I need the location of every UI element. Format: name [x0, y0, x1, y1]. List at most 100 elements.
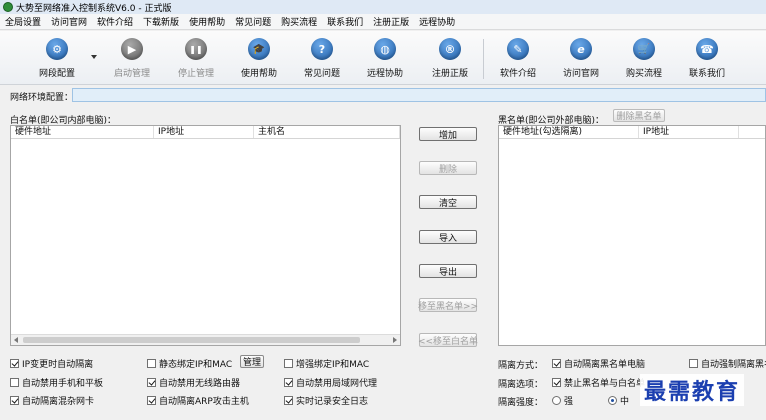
col-hostname[interactable]: 主机名 [254, 126, 400, 138]
checkbox-box[interactable] [10, 396, 19, 405]
auto-isolate-black-checkbox[interactable]: 自动隔离黑名单电脑 [552, 357, 645, 370]
enhanced-bind-checkbox[interactable]: 增强绑定IP和MAC [284, 357, 369, 370]
chevron-down-icon[interactable] [91, 55, 97, 59]
blacklist-header: 硬件地址(勾选隔离) IP地址 [499, 126, 765, 139]
contact-label: 联系我们 [688, 69, 725, 79]
checkbox-box[interactable] [284, 359, 293, 368]
contact-button[interactable]: ☎ 联系我们 [677, 34, 737, 82]
scroll-thumb[interactable] [23, 337, 360, 343]
static-bind-label: 静态绑定IP和MAC [159, 360, 233, 370]
purchase-button[interactable]: 🛒 购买流程 [614, 34, 674, 82]
start-manage-label: 启动管理 [113, 69, 150, 79]
title-bar: 大势至网络准入控制系统V6.0 - 正式版 [0, 0, 766, 14]
checkbox-box[interactable] [147, 359, 156, 368]
menu-bar: 全局设置 访问官网 软件介绍 下载新版 使用帮助 常见问题 购买流程 联系我们 … [0, 14, 766, 30]
checkbox-box[interactable] [552, 378, 561, 387]
menu-remote-assist[interactable]: 远程协助 [419, 15, 455, 28]
disable-wireless-router-checkbox[interactable]: 自动禁用无线路由器 [147, 376, 240, 389]
menu-download-new[interactable]: 下载新版 [143, 15, 179, 28]
block-black-white-label: 禁止黑名单与白名单 [564, 379, 646, 389]
network-config-input[interactable] [72, 88, 766, 102]
move-to-whitelist-button[interactable]: <<移至白名单 [418, 333, 478, 347]
start-manage-button[interactable]: ▶ 启动管理 [102, 34, 162, 82]
checkbox-box[interactable] [552, 359, 561, 368]
add-button[interactable]: 增加 [419, 127, 477, 141]
remote-assist-button[interactable]: ◍ 远程协助 [355, 34, 415, 82]
radio-circle[interactable] [608, 396, 617, 405]
whitelist-hscroll[interactable] [11, 334, 400, 345]
ip-change-isolate-checkbox[interactable]: IP变更时自动隔离 [10, 357, 93, 370]
app-logo-icon [3, 2, 13, 12]
faq-label: 常见问题 [303, 69, 340, 79]
disable-mobile-checkbox[interactable]: 自动禁用手机和平板 [10, 376, 103, 389]
ip-change-isolate-label: IP变更时自动隔离 [22, 360, 94, 370]
isolate-arp-attack-label: 自动隔离ARP攻击主机 [159, 397, 249, 407]
delete-blacklist-button[interactable]: 删除黑名单 [613, 109, 665, 122]
visit-site-button[interactable]: e 访问官网 [551, 34, 611, 82]
force-isolate-black-checkbox[interactable]: 自动强制隔离黑名 [689, 357, 766, 370]
isolation-option-label: 隔离选项： [498, 380, 544, 390]
checkbox-box[interactable] [284, 378, 293, 387]
manage-button[interactable]: 管理 [240, 355, 264, 368]
phone-icon: ☎ [696, 38, 718, 60]
checkbox-box[interactable] [10, 359, 19, 368]
checkbox-box[interactable] [147, 396, 156, 405]
checkbox-box[interactable] [147, 378, 156, 387]
import-button[interactable]: 导入 [419, 230, 477, 244]
disable-lan-proxy-label: 自动禁用局域网代理 [296, 379, 378, 389]
checkbox-box[interactable] [284, 396, 293, 405]
menu-global-settings[interactable]: 全局设置 [5, 15, 41, 28]
scroll-left-icon[interactable] [14, 337, 18, 343]
faq-button[interactable]: ? 常见问题 [292, 34, 352, 82]
toolbar-divider [483, 39, 484, 79]
help-button[interactable]: 🎓 使用帮助 [229, 34, 289, 82]
realtime-log-checkbox[interactable]: 实时记录安全日志 [284, 394, 368, 407]
static-bind-checkbox[interactable]: 静态绑定IP和MAC [147, 357, 232, 370]
checkbox-box[interactable] [10, 378, 19, 387]
menu-purchase[interactable]: 购买流程 [281, 15, 317, 28]
clear-button[interactable]: 清空 [419, 195, 477, 209]
disable-lan-proxy-checkbox[interactable]: 自动禁用局域网代理 [284, 376, 377, 389]
blacklist-table[interactable]: 硬件地址(勾选隔离) IP地址 [498, 125, 766, 346]
menu-contact[interactable]: 联系我们 [327, 15, 363, 28]
help-label: 使用帮助 [240, 69, 277, 79]
menu-visit-site[interactable]: 访问官网 [51, 15, 87, 28]
isolate-mixed-nic-label: 自动隔离混杂网卡 [22, 397, 95, 407]
software-intro-button[interactable]: ✎ 软件介绍 [488, 34, 548, 82]
menu-faq[interactable]: 常见问题 [235, 15, 271, 28]
whitelist-table[interactable]: 硬件地址 IP地址 主机名 [10, 125, 401, 346]
checkbox-box[interactable] [689, 359, 698, 368]
export-button[interactable]: 导出 [419, 264, 477, 278]
isolate-mixed-nic-checkbox[interactable]: 自动隔离混杂网卡 [10, 394, 94, 407]
col-hardware-address[interactable]: 硬件地址 [11, 126, 154, 138]
software-intro-label: 软件介绍 [499, 69, 536, 79]
radio-circle[interactable] [552, 396, 561, 405]
strength-strong-radio[interactable]: 强 [552, 394, 573, 407]
scroll-right-icon[interactable] [393, 337, 397, 343]
segment-config-label: 网段配置 [38, 69, 75, 79]
move-to-blacklist-button[interactable]: 移至黑名单>> [418, 298, 478, 312]
isolation-mode-label: 隔离方式： [498, 361, 544, 371]
register-label: 注册正版 [431, 69, 468, 79]
segment-config-button[interactable]: ⚙ 网段配置 [27, 34, 87, 82]
col-hardware-address-isolate[interactable]: 硬件地址(勾选隔离) [499, 126, 639, 138]
delete-button[interactable]: 删除 [419, 161, 477, 175]
isolate-arp-attack-checkbox[interactable]: 自动隔离ARP攻击主机 [147, 394, 249, 407]
toolbar: ⚙ 网段配置 ▶ 启动管理 ❚❚ 停止管理 🎓 使用帮助 ? 常见问题 ◍ 远程… [0, 31, 766, 85]
strength-medium-label: 中 [620, 397, 630, 407]
block-black-white-checkbox[interactable]: 禁止黑名单与白名单 [552, 376, 645, 389]
strength-medium-radio[interactable]: 中 [608, 394, 629, 407]
gear-icon: ⚙ [46, 38, 68, 60]
strength-strong-label: 强 [564, 397, 574, 407]
menu-help[interactable]: 使用帮助 [189, 15, 225, 28]
menu-register[interactable]: 注册正版 [373, 15, 409, 28]
play-icon: ▶ [121, 38, 143, 60]
menu-software-intro[interactable]: 软件介绍 [97, 15, 133, 28]
auto-isolate-black-label: 自动隔离黑名单电脑 [564, 360, 646, 370]
disable-mobile-label: 自动禁用手机和平板 [22, 379, 104, 389]
whitelist-header: 硬件地址 IP地址 主机名 [11, 126, 400, 139]
col-black-ip-address[interactable]: IP地址 [639, 126, 739, 138]
register-button[interactable]: ® 注册正版 [420, 34, 480, 82]
col-ip-address[interactable]: IP地址 [154, 126, 254, 138]
stop-manage-button[interactable]: ❚❚ 停止管理 [166, 34, 226, 82]
